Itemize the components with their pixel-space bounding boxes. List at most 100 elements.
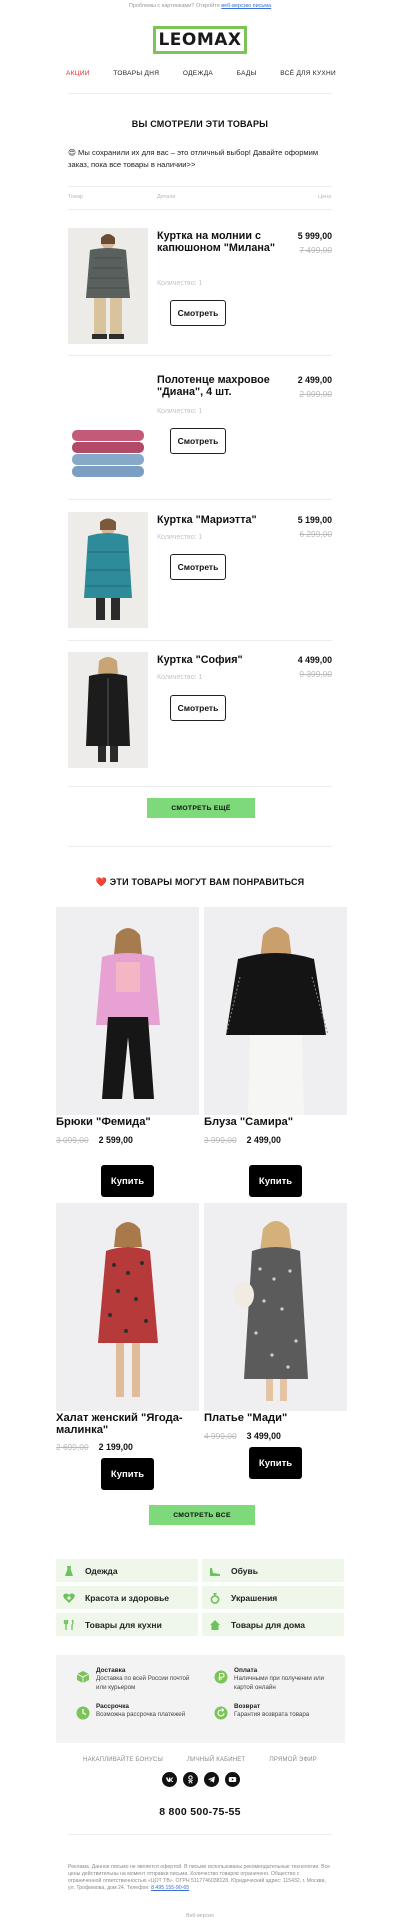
product-image-jacket-mariette[interactable] xyxy=(68,512,148,628)
buy-button[interactable]: Купить xyxy=(101,1458,154,1490)
divider xyxy=(68,93,332,94)
viewed-section-title: ВЫ СМОТРЕЛИ ЭТИ ТОВАРЫ xyxy=(131,119,269,129)
column-header-product: Товар xyxy=(68,194,83,200)
nav-item-clothes[interactable]: ОДЕЖДА xyxy=(183,70,213,82)
recommend-price: 3 499,00 xyxy=(246,1430,281,1441)
see-all-button[interactable]: СМОТРЕТЬ ВСЕ xyxy=(149,1505,255,1525)
info-title: Оплата xyxy=(234,1667,258,1674)
return-icon xyxy=(214,1706,228,1720)
nav-item-supplements[interactable]: БАДЫ xyxy=(237,70,257,82)
recommend-image-dress-madi[interactable] xyxy=(204,1203,347,1411)
product-name[interactable]: Полотенце махровое "Диана", 4 шт. xyxy=(157,374,285,399)
web-version-link[interactable]: веб-версию письма xyxy=(221,3,271,9)
product-image-towel-diana[interactable] xyxy=(68,424,148,484)
recommend-card: Халат женский "Ягода-малинка" 2 699,00 2… xyxy=(56,1203,199,1493)
recommend-image-pants-femida[interactable] xyxy=(56,907,199,1115)
product-image-jacket-milana[interactable] xyxy=(68,228,148,344)
see-more-button[interactable]: СМОТРЕТЬ ЕЩЁ xyxy=(147,798,255,818)
category-home[interactable]: Товары для дома xyxy=(202,1613,344,1636)
info-desc: Доставка по всей России почтой или курье… xyxy=(96,1675,190,1691)
product-name[interactable]: Куртка "Мариэтта" xyxy=(157,514,285,526)
legal-text: Реклама. Данное письмо не является оферт… xyxy=(68,1864,332,1892)
info-installment: Рассрочка Возможна рассрочка платежей xyxy=(76,1703,201,1720)
footer-link-bonuses[interactable]: НАКАПЛИВАЙТЕ БОНУСЫ xyxy=(83,1757,163,1763)
product-price: 5 999,00 xyxy=(297,231,332,241)
recommend-section-title: ❤️ ЭТИ ТОВАРЫ МОГУТ ВАМ ПОНРАВИТЬСЯ xyxy=(0,877,400,888)
product-price: 4 499,00 xyxy=(297,655,332,665)
footer-link-live[interactable]: ПРЯМОЙ ЭФИР xyxy=(269,1757,317,1763)
view-product-button[interactable]: Смотреть xyxy=(170,428,226,454)
recommend-product-name[interactable]: Блуза "Самира" xyxy=(204,1116,347,1129)
web-version-footer-link[interactable]: Веб-версия xyxy=(0,1913,400,1919)
category-label: Обувь xyxy=(231,1565,258,1576)
info-payment: Оплата Наличными при получении или карто… xyxy=(214,1667,339,1692)
category-kitchen[interactable]: Товары для кухни xyxy=(56,1613,198,1636)
recommend-product-name[interactable]: Платье "Мади" xyxy=(204,1412,347,1425)
product-old-price: 9 399,00 xyxy=(299,669,332,679)
divider xyxy=(68,499,332,500)
info-title: Рассрочка xyxy=(96,1703,129,1710)
viewed-product-row: Куртка на молнии с капюшоном "Милана" 5 … xyxy=(68,228,332,346)
product-name[interactable]: Куртка "София" xyxy=(157,654,285,666)
product-quantity: Количество: 1 xyxy=(157,280,203,287)
info-desc: Гарантия возврата товара xyxy=(234,1711,310,1718)
product-name[interactable]: Куртка на молнии с капюшоном "Милана" xyxy=(157,230,285,255)
view-product-button[interactable]: Смотреть xyxy=(170,300,226,326)
leomax-logo[interactable]: LEOMAX xyxy=(153,26,247,54)
divider xyxy=(68,786,332,787)
telegram-icon[interactable] xyxy=(204,1772,219,1787)
buy-button[interactable]: Купить xyxy=(249,1447,302,1479)
divider xyxy=(68,640,332,641)
social-icons xyxy=(162,1772,240,1787)
top-nav: АКЦИИ ТОВАРЫ ДНЯ ОДЕЖДА БАДЫ ВСЁ ДЛЯ КУХ… xyxy=(66,70,336,82)
category-clothes[interactable]: Одежда xyxy=(56,1559,198,1582)
product-quantity: Количество: 1 xyxy=(157,408,203,415)
viewed-intro: 😍 Мы сохранили их для вас – это отличный… xyxy=(68,147,332,171)
recommend-product-name[interactable]: Брюки "Фемида" xyxy=(56,1116,199,1129)
vk-icon[interactable] xyxy=(162,1772,177,1787)
category-shoes[interactable]: Обувь xyxy=(202,1559,344,1582)
nav-item-actions[interactable]: АКЦИИ xyxy=(66,70,90,82)
recommend-old-price: 4 999,00 xyxy=(204,1430,237,1441)
recommend-prices: 4 999,00 3 499,00 xyxy=(204,1431,347,1441)
recommend-price: 2 599,00 xyxy=(98,1134,133,1145)
product-quantity: Количество: 1 xyxy=(157,534,203,541)
recommend-old-price: 3 099,00 xyxy=(56,1134,89,1145)
buy-button[interactable]: Купить xyxy=(101,1165,154,1197)
nav-item-kitchen[interactable]: ВСЁ ДЛЯ КУХНИ xyxy=(280,70,336,82)
legal-phone-link[interactable]: 8 495 155-90-65 xyxy=(151,1885,189,1891)
recommend-card: Брюки "Фемида" 3 099,00 2 599,00 Купить xyxy=(56,907,199,1197)
youtube-icon[interactable] xyxy=(225,1772,240,1787)
view-product-button[interactable]: Смотреть xyxy=(170,695,226,721)
view-product-button[interactable]: Смотреть xyxy=(170,554,226,580)
recommend-prices: 3 999,00 2 499,00 xyxy=(204,1135,347,1145)
footer-link-account[interactable]: ЛИЧНЫЙ КАБИНЕТ xyxy=(187,1757,245,1763)
product-image-jacket-sofia[interactable] xyxy=(68,652,148,768)
nav-item-day-products[interactable]: ТОВАРЫ ДНЯ xyxy=(113,70,159,82)
ruble-icon xyxy=(214,1670,228,1684)
divider xyxy=(68,1834,332,1835)
recommend-product-name[interactable]: Халат женский "Ягода-малинка" xyxy=(56,1412,199,1436)
info-desc: Наличными при получении или картой онлай… xyxy=(234,1675,325,1691)
info-return: Возврат Гарантия возврата товара xyxy=(214,1703,339,1720)
dress-icon xyxy=(63,1565,75,1577)
info-title: Возврат xyxy=(234,1703,261,1710)
category-beauty-health[interactable]: Красота и здоровье xyxy=(56,1586,198,1609)
viewed-intro-text: Мы сохранили их для вас – это отличный в… xyxy=(68,148,319,169)
recommend-image-blouse-samira[interactable] xyxy=(204,907,347,1115)
smile-hearts-emoji: 😍 xyxy=(68,148,76,157)
footer-links: НАКАПЛИВАЙТЕ БОНУСЫ ЛИЧНЫЙ КАБИНЕТ ПРЯМО… xyxy=(0,1757,400,1763)
recommend-image-robe-yagoda[interactable] xyxy=(56,1203,199,1411)
heart-emoji: ❤️ xyxy=(95,877,108,887)
info-block: Доставка Доставка по всей России почтой … xyxy=(56,1655,345,1743)
divider xyxy=(68,186,332,187)
ring-icon xyxy=(209,1592,221,1604)
product-quantity: Количество: 1 xyxy=(157,674,203,681)
category-jewelry[interactable]: Украшения xyxy=(202,1586,344,1609)
buy-button[interactable]: Купить xyxy=(249,1165,302,1197)
divider xyxy=(68,846,332,847)
ok-icon[interactable] xyxy=(183,1772,198,1787)
support-phone[interactable]: 8 800 500-75-55 xyxy=(0,1806,400,1818)
recommend-card: Платье "Мади" 4 999,00 3 499,00 Купить xyxy=(204,1203,347,1493)
category-label: Товары для дома xyxy=(231,1619,305,1630)
